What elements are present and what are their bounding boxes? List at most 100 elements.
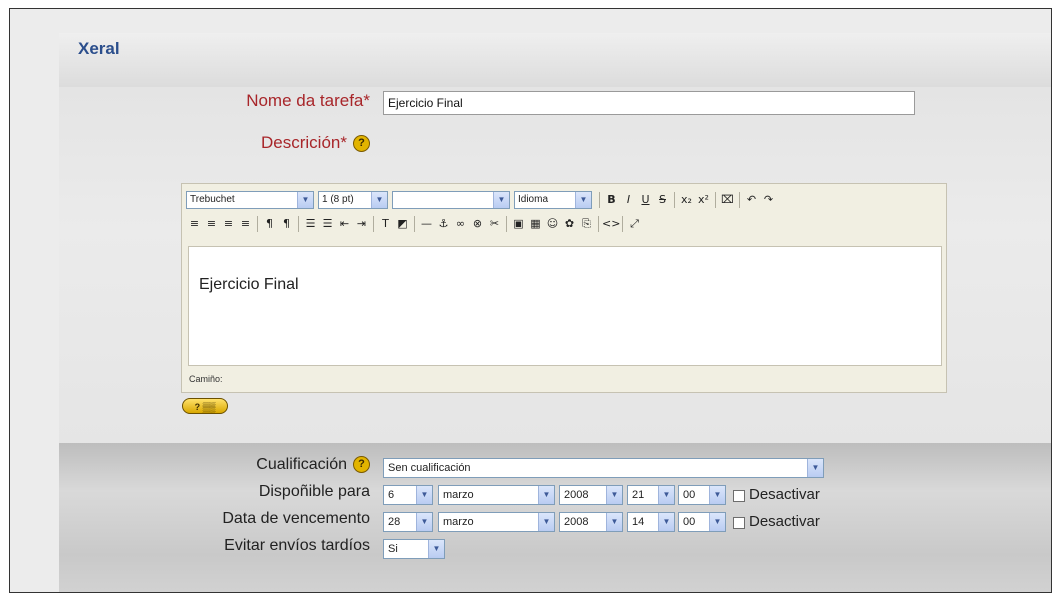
editor-resize-button[interactable]: ? ▒▒ [182, 398, 228, 414]
html-source-icon[interactable]: <> [602, 215, 620, 233]
grade-label-text: Cualificación [256, 456, 347, 473]
smiley-icon[interactable]: ☺ [544, 215, 561, 233]
due-disable-checkbox[interactable] [733, 517, 745, 529]
font-size-select[interactable]: 1 (8 pt) ▼ [318, 191, 388, 209]
search-replace-icon[interactable]: ⎘ [578, 215, 595, 233]
editor-content-area[interactable]: Ejercicio Final [188, 246, 942, 366]
description-label-text: Descrición* [261, 133, 347, 152]
task-name-input[interactable] [383, 91, 915, 115]
available-hour-select[interactable]: 21 ▼ [627, 485, 675, 505]
toolbar-separator [739, 192, 740, 208]
available-day-value: 6 [388, 489, 395, 501]
strikethrough-icon[interactable]: S [654, 191, 671, 209]
help-icon[interactable]: ? [353, 135, 370, 153]
section-title[interactable]: Xeral [78, 39, 120, 59]
editor-toolbar-row-2: ≡ ≡ ≡ ≡ ¶ ¶ ☰ ☰ ⇤ ⇥ T ◩ — ⚓ ∞ ⊗ ✂ ▣ ▦ ☺ ✿ ⎘ <> ⤢ [186, 214, 643, 234]
editor-path-label: Camiño: [189, 374, 223, 384]
font-family-value: Trebuchet [190, 194, 235, 205]
italic-icon[interactable]: I [620, 191, 637, 209]
chevron-down-icon: ▼ [807, 459, 823, 477]
available-disable-checkbox[interactable] [733, 490, 745, 502]
image-icon[interactable]: ▣ [510, 215, 527, 233]
task-name-label: Nome da tarefa* [246, 91, 370, 110]
prevent-late-value: Si [388, 543, 398, 555]
due-minute-select[interactable]: 00 ▼ [678, 512, 726, 532]
rtl-icon[interactable]: ¶ [278, 215, 295, 233]
text-color-icon[interactable]: T [377, 215, 394, 233]
prevent-late-select[interactable]: Si ▼ [383, 539, 445, 559]
ltr-icon[interactable]: ¶ [261, 215, 278, 233]
available-year-select[interactable]: 2008 ▼ [559, 485, 623, 505]
horizontal-rule-icon[interactable]: — [418, 215, 435, 233]
superscript-icon[interactable]: x² [695, 191, 712, 209]
toolbar-separator [298, 216, 299, 232]
available-minute-select[interactable]: 00 ▼ [678, 485, 726, 505]
undo-icon[interactable]: ↶ [743, 191, 760, 209]
format-select[interactable]: ▼ [392, 191, 510, 209]
chevron-down-icon: ▼ [428, 540, 444, 558]
available-day-select[interactable]: 6 ▼ [383, 485, 433, 505]
available-month-select[interactable]: marzo ▼ [438, 485, 555, 505]
toolbar-separator [373, 216, 374, 232]
background-color-icon[interactable]: ◩ [394, 215, 411, 233]
link-icon[interactable]: ∞ [452, 215, 469, 233]
toolbar-separator [599, 192, 600, 208]
editor-toolbar-row-1: Trebuchet ▼ 1 (8 pt) ▼ ▼ Idioma ▼ B I U Sx₂ x² ⌧… [186, 190, 777, 210]
chevron-down-icon: ▼ [575, 192, 591, 208]
clean-format-icon[interactable]: ⌧ [719, 191, 736, 209]
toolbar-separator [674, 192, 675, 208]
outdent-icon[interactable]: ⇤ [336, 215, 353, 233]
toolbar-separator [598, 216, 599, 232]
anchor-icon[interactable]: ⚓ [435, 215, 452, 233]
grade-value: Sen cualificación [388, 462, 471, 474]
align-center-icon[interactable]: ≡ [203, 215, 220, 233]
chevron-down-icon: ▼ [297, 192, 313, 208]
special-char-icon[interactable]: ✿ [561, 215, 578, 233]
fullscreen-icon[interactable]: ⤢ [626, 215, 643, 233]
due-disable-label: Desactivar [749, 513, 820, 530]
no-link-icon[interactable]: ✂ [486, 215, 503, 233]
indent-icon[interactable]: ⇥ [353, 215, 370, 233]
due-day-select[interactable]: 28 ▼ [383, 512, 433, 532]
toolbar-separator [715, 192, 716, 208]
chevron-down-icon: ▼ [709, 513, 725, 531]
chevron-down-icon: ▼ [416, 486, 432, 504]
available-from-label: Dispoñible para [258, 483, 370, 500]
available-hour-value: 21 [632, 489, 645, 501]
chevron-down-icon: ▼ [493, 192, 509, 208]
prevent-late-label: Evitar envíos tardíos [224, 537, 370, 554]
due-hour-value: 14 [632, 516, 645, 528]
due-hour-select[interactable]: 14 ▼ [627, 512, 675, 532]
subscript-icon[interactable]: x₂ [678, 191, 695, 209]
numbered-list-icon[interactable]: ☰ [302, 215, 319, 233]
available-month-value: marzo [443, 489, 474, 501]
chevron-down-icon: ▼ [538, 513, 554, 531]
table-icon[interactable]: ▦ [527, 215, 544, 233]
chevron-down-icon: ▼ [658, 486, 674, 504]
help-icon[interactable]: ? [353, 456, 370, 474]
justify-icon[interactable]: ≡ [237, 215, 254, 233]
font-family-select[interactable]: Trebuchet ▼ [186, 191, 314, 209]
chevron-down-icon: ▼ [416, 513, 432, 531]
align-right-icon[interactable]: ≡ [220, 215, 237, 233]
due-minute-value: 00 [683, 516, 696, 528]
due-month-value: marzo [443, 516, 474, 528]
toolbar-separator [622, 216, 623, 232]
align-left-icon[interactable]: ≡ [186, 215, 203, 233]
bullet-list-icon[interactable]: ☰ [319, 215, 336, 233]
unlink-icon[interactable]: ⊗ [469, 215, 486, 233]
due-year-select[interactable]: 2008 ▼ [559, 512, 623, 532]
description-label: Descrición*? [170, 133, 370, 153]
due-month-select[interactable]: marzo ▼ [438, 512, 555, 532]
language-select[interactable]: Idioma ▼ [514, 191, 592, 209]
underline-icon[interactable]: U [637, 191, 654, 209]
font-size-value: 1 (8 pt) [322, 194, 354, 205]
grade-select[interactable]: Sen cualificación ▼ [383, 458, 824, 478]
due-year-value: 2008 [564, 516, 589, 528]
chevron-down-icon: ▼ [606, 486, 622, 504]
bold-icon[interactable]: B [603, 191, 620, 209]
toolbar-separator [414, 216, 415, 232]
language-value: Idioma [518, 194, 549, 205]
toolbar-separator [257, 216, 258, 232]
redo-icon[interactable]: ↷ [760, 191, 777, 209]
